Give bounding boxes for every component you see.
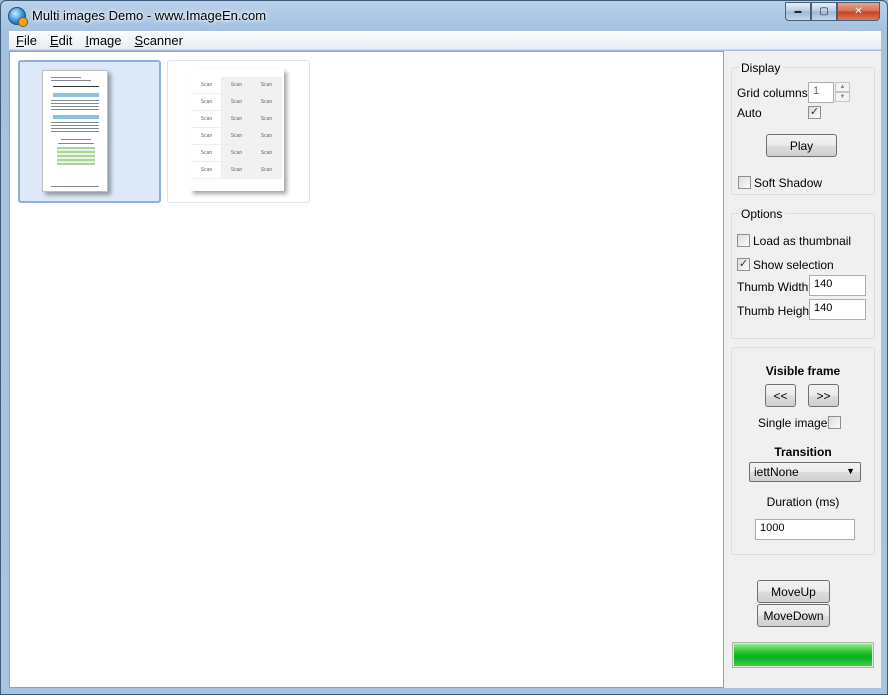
menu-edit[interactable]: Edit — [43, 33, 78, 48]
close-icon: ✕ — [854, 6, 863, 17]
menu-bar: File Edit Image Scanner — [9, 31, 881, 50]
show-selection-label: Show selection — [753, 258, 834, 272]
menu-image[interactable]: Image — [78, 33, 127, 48]
thumb-width-label: Thumb Width — [737, 280, 809, 294]
image-multi-viewer[interactable]: Scan Scan Scan Scan Scan Scan Scan Scan Scan S… — [9, 51, 724, 688]
app-window: Multi images Demo - www.ImageEn.com ▬ ▢ … — [0, 0, 888, 695]
client-area: Scan Scan Scan Scan Scan Scan Scan Scan Scan S… — [9, 51, 881, 688]
auto-label: Auto — [737, 106, 762, 120]
soft-shadow-checkbox[interactable] — [738, 176, 751, 189]
progress-bar — [732, 642, 874, 668]
close-button[interactable]: ✕ — [837, 2, 880, 21]
app-globe-icon[interactable] — [8, 7, 28, 27]
soft-shadow-label: Soft Shadow — [754, 176, 823, 190]
caption-buttons: ▬ ▢ ✕ — [785, 2, 880, 21]
spin-up-icon[interactable]: ▲ — [835, 82, 850, 92]
thumb-height-label: Thumb Height — [737, 304, 813, 318]
display-legend: Display — [738, 61, 784, 75]
transition-label: Transition — [774, 445, 832, 459]
grid-columns-spinner[interactable]: ▲ ▼ — [835, 82, 850, 102]
move-down-button[interactable]: MoveDown — [757, 604, 830, 627]
duration-input[interactable]: 1000 — [755, 519, 855, 540]
thumbnail-document[interactable] — [18, 60, 161, 203]
thumb-width-input[interactable]: 140 — [809, 275, 866, 296]
minimize-button[interactable]: ▬ — [785, 2, 811, 21]
maximize-icon: ▢ — [819, 6, 829, 17]
transition-select[interactable]: iettNone ▼ — [749, 462, 861, 482]
prev-frame-button[interactable]: << — [765, 384, 796, 407]
duration-label: Duration (ms) — [766, 495, 840, 509]
label-sheet-image: Scan Scan Scan Scan Scan Scan Scan Scan Scan S… — [190, 69, 284, 191]
display-group: Display Grid columns: 1 ▲ ▼ Auto ✓ Play … — [731, 61, 875, 195]
next-frame-button[interactable]: >> — [808, 384, 839, 407]
load-thumbnail-label: Load as thumbnail — [753, 234, 852, 248]
grid-columns-input[interactable]: 1 — [808, 82, 834, 103]
move-up-button[interactable]: MoveUp — [757, 580, 830, 603]
menu-scanner[interactable]: Scanner — [128, 33, 189, 48]
window-title: Multi images Demo - www.ImageEn.com — [32, 8, 267, 23]
show-selection-checkbox[interactable]: ✓ — [737, 258, 750, 271]
progress-fill — [734, 644, 872, 666]
single-image-checkbox[interactable] — [828, 416, 841, 429]
minimize-icon: ▬ — [794, 8, 802, 15]
options-group: Options Load as thumbnail ✓ Show selecti… — [731, 207, 875, 339]
visible-frame-label: Visible frame — [765, 364, 841, 378]
auto-checkbox[interactable]: ✓ — [808, 106, 821, 119]
title-bar[interactable]: Multi images Demo - www.ImageEn.com ▬ ▢ … — [1, 1, 887, 31]
document-page-image — [42, 70, 108, 192]
load-thumbnail-checkbox[interactable] — [737, 234, 750, 247]
thumbnail-label-sheet[interactable]: Scan Scan Scan Scan Scan Scan Scan Scan Scan S… — [167, 60, 310, 203]
options-legend: Options — [738, 207, 786, 221]
dropdown-arrow-icon: ▼ — [846, 466, 855, 476]
visible-frame-group: Visible frame << >> Single image Transit… — [731, 347, 875, 555]
grid-columns-label: Grid columns: — [737, 86, 812, 100]
play-button[interactable]: Play — [766, 134, 837, 157]
menu-file[interactable]: File — [9, 33, 43, 48]
single-image-label: Single image — [758, 416, 828, 430]
transition-value: iettNone — [754, 465, 799, 479]
maximize-button[interactable]: ▢ — [811, 2, 837, 21]
spin-down-icon[interactable]: ▼ — [835, 92, 850, 102]
thumb-height-input[interactable]: 140 — [809, 299, 866, 320]
